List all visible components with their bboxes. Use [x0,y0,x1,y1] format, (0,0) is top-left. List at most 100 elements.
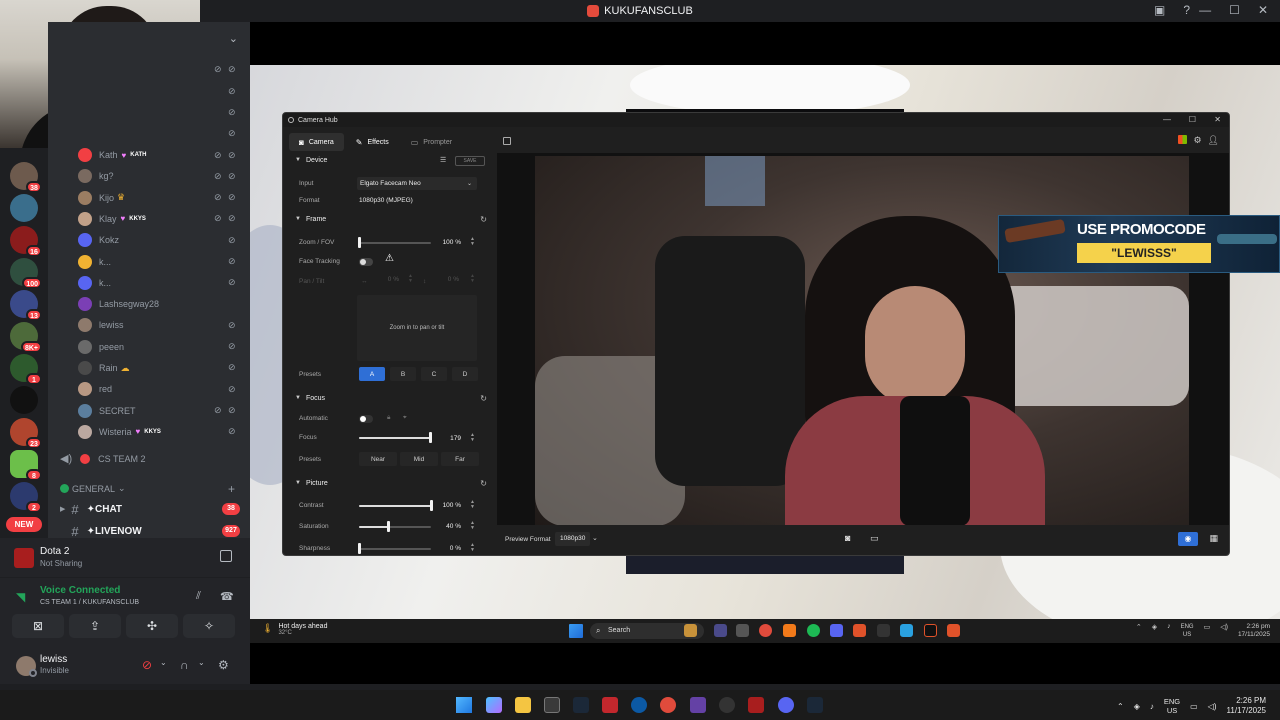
taskbar-app-icon[interactable] [714,624,727,637]
voice-user-row[interactable]: k... [78,253,111,271]
input-dropdown[interactable]: Elgato Facecam Neo ⌄ [357,177,477,190]
settings-gear-icon[interactable]: ⚙ [218,658,229,672]
voice-user-row[interactable]: Wisteria ♥ KKYS [78,423,161,441]
taskbar-app-icon[interactable] [783,624,796,637]
close-button[interactable]: ✕ [1258,3,1268,17]
section-focus-header[interactable]: ▼ Focus ↻ [289,391,491,405]
tab-effects[interactable]: ✎ Effects [346,133,399,151]
steam-icon[interactable] [807,697,823,713]
settings-gear-icon[interactable]: ⚙ [1193,135,1201,146]
stepper-arrows-icon[interactable]: ▲ ▼ [470,521,475,531]
mute-microphone-icon[interactable]: ⊘ [142,658,152,672]
voice-user-row[interactable]: kg? [78,167,114,185]
account-icon[interactable]: 👤︎ [1208,135,1219,146]
store-icon[interactable] [544,697,560,713]
slider-knob[interactable] [358,543,361,554]
add-channel-icon[interactable]: + [228,482,235,496]
dota2-icon[interactable] [748,697,764,713]
steam-icon[interactable] [573,697,589,713]
save-button[interactable]: SAVE [455,156,485,166]
screen-share-button[interactable]: ⇪ [69,614,121,638]
saturation-slider[interactable] [359,521,431,532]
server-icon[interactable]: 8 [10,450,42,481]
weather-widget[interactable]: 🌡︎ Hot days ahead 32°C [262,623,327,636]
camera-preview[interactable] [497,153,1229,525]
obs-icon[interactable] [690,697,706,713]
focus-slider[interactable] [359,432,432,443]
frame-preset-c[interactable]: C [421,367,447,381]
taskbar-app-icon[interactable] [924,624,937,637]
pan-tilt-area[interactable]: Zoom in to pan or tilt [357,295,477,361]
username[interactable]: lewiss [40,654,67,665]
voice-user-row[interactable]: red [78,380,112,398]
inbox-icon[interactable]: ▣ [1154,3,1165,17]
noise-suppression-icon[interactable]: ⫽ [196,590,201,603]
slider-knob[interactable] [386,521,390,532]
taskbar-app-icon[interactable] [853,624,866,637]
contrast-slider[interactable] [359,500,433,511]
server-icon[interactable]: 16 [10,226,42,257]
server-icon[interactable]: 1 [10,354,42,385]
tray-app-icon[interactable]: ◈ [1134,702,1140,711]
taskbar-app-icon[interactable] [736,624,749,637]
server-icon[interactable] [10,194,38,222]
voice-channel-cs-team-2[interactable]: ◀) CS TEAM 2 [60,452,145,465]
stepper-arrows-icon[interactable]: ▲ ▼ [470,237,475,247]
preview-visibility-button[interactable]: ◉ [1178,532,1198,546]
voice-user-row[interactable]: Kath ♥ KATH [78,146,146,164]
help-icon[interactable]: ? [1183,3,1190,17]
lock-icon[interactable]: 🔒︎ [387,414,390,422]
voice-user-row[interactable]: Lashsegway28 [78,295,159,313]
stream-deck-icon[interactable] [1178,135,1188,144]
server-icon[interactable]: 38 [10,162,42,193]
edge-icon[interactable] [631,697,647,713]
focus-target-icon[interactable]: ⌖ [403,414,407,422]
minimize-button[interactable]: — [1163,115,1171,124]
stepper-arrows-icon[interactable]: ▲ ▼ [470,433,475,443]
new-unread-pill[interactable]: NEW [6,517,42,532]
server-icon[interactable] [10,386,38,414]
stepper-arrows-icon[interactable]: ▲ ▼ [470,500,475,510]
section-picture-header[interactable]: ▼ Picture ↻ [289,476,491,490]
category-general[interactable]: GENERAL ⌄ [60,483,126,494]
taskbar-app-icon[interactable] [947,624,960,637]
voice-user-row[interactable]: SECRET [78,402,136,420]
tray-app-icon[interactable]: ◈ [1152,623,1157,639]
contrast-value[interactable]: 100 % [429,500,465,512]
file-explorer-icon[interactable] [515,697,531,713]
section-frame-header[interactable]: ▼ Frame ↻ [289,212,491,226]
focus-preset-mid[interactable]: Mid [400,452,438,466]
chrome-icon[interactable] [759,624,772,637]
chevron-down-icon[interactable]: ⌄ [592,534,598,542]
chrome-icon[interactable] [660,697,676,713]
tab-prompter[interactable]: ▭ Prompter [401,133,462,151]
folder-icon[interactable]: ▭ [870,533,879,544]
frame-preset-b[interactable]: B [390,367,416,381]
spotify-icon[interactable] [807,624,820,637]
taskbar-app-icon[interactable] [877,624,890,637]
voice-user-row[interactable]: Rain ☁ [78,359,130,377]
slider-knob[interactable] [358,237,361,248]
microphone-icon[interactable]: ♪ [1167,623,1171,639]
server-icon[interactable]: 13 [10,290,42,321]
voice-status[interactable]: Voice Connected [40,585,120,596]
language-indicator[interactable]: ENG US [1164,697,1180,715]
voice-user-row[interactable]: Kokz [78,231,119,249]
clock[interactable]: 2:26 PM 11/17/2025 [1227,696,1266,716]
microphone-icon[interactable]: ♪ [1150,702,1154,711]
reset-icon[interactable]: ↻ [480,479,487,488]
chevron-up-icon[interactable]: ⌃ [1117,702,1124,711]
sharpness-value[interactable]: 0 % [429,543,465,555]
sidebar-toggle-icon[interactable] [503,137,511,145]
minimize-button[interactable]: — [1199,3,1211,17]
windows-start-icon[interactable] [569,624,583,638]
voice-user-row[interactable]: Klay ♥ KKYS [78,210,146,228]
focus-preset-far[interactable]: Far [441,452,479,466]
volume-icon[interactable]: ◁) [1208,702,1217,711]
voice-user-row[interactable]: lewiss [78,316,124,334]
auto-focus-toggle[interactable] [359,415,373,423]
maximize-button[interactable]: ☐ [1189,115,1196,124]
telegram-icon[interactable] [900,624,913,637]
close-button[interactable]: ✕ [1214,115,1221,124]
server-icon[interactable]: 8K+ [10,322,42,353]
